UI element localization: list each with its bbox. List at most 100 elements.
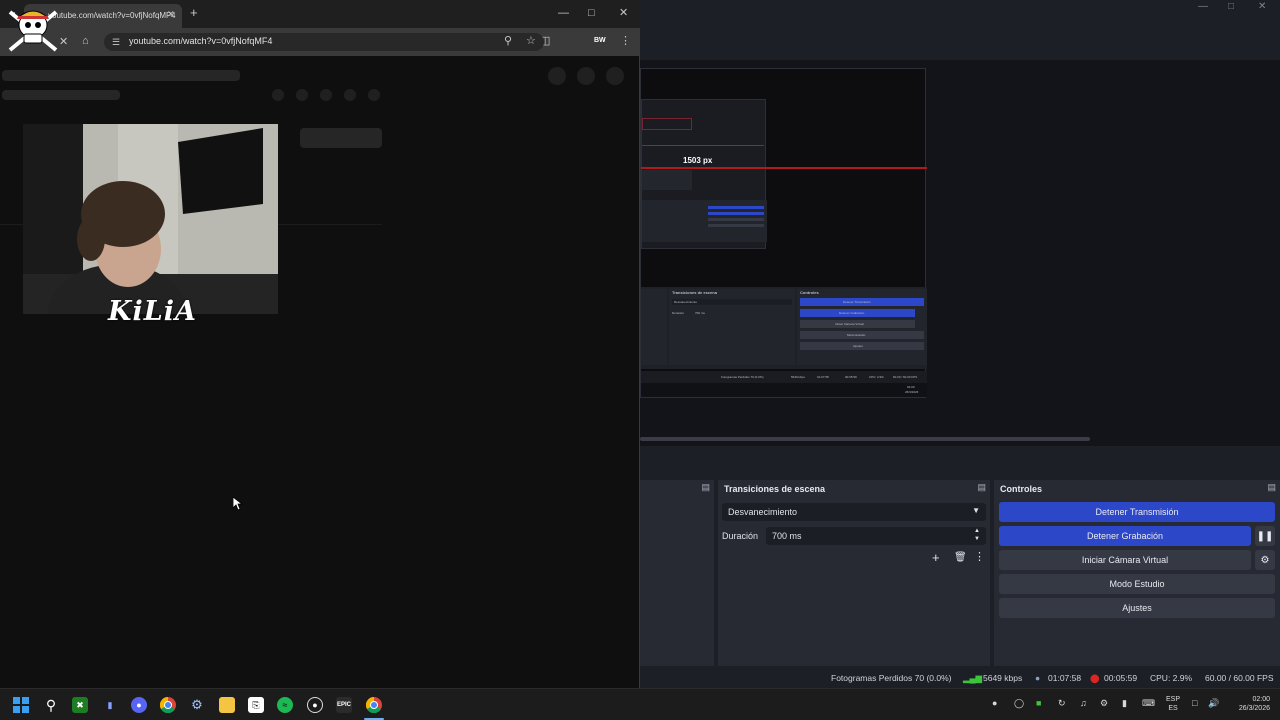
browser-window: ▼ youtube.com/watch?v=0vfjNofqMF4 ✕ + — … — [0, 0, 640, 688]
minimize-icon[interactable]: — — [1198, 1, 1208, 12]
undock-icon[interactable]: ▤ — [977, 482, 986, 493]
inner-btn-text: Detener Transmisión — [843, 300, 871, 304]
windows-taskbar: ⚲ ✖ ▮ ● ⚙ ⎘ ≈ ● EPIC ● ◯ ■ ↻ ♫ ⚙ ▮ ⌨ ESP… — [0, 688, 1280, 720]
inner-status: Fotogramas Perdidos 70 (0.0%) — [721, 375, 764, 379]
clock[interactable]: 02:00 26/3/2026 — [1228, 695, 1270, 713]
mini-preview — [641, 99, 767, 249]
inner-controls-title: Controles — [800, 290, 819, 295]
transitions-dock: Transiciones de escena ▤ Desvanecimiento… — [718, 480, 990, 666]
inner-status: 60.00 / 60.00 FPS — [893, 375, 918, 379]
more-options-icon[interactable]: ⋮ — [974, 550, 985, 563]
language-indicator[interactable]: ESP ES — [1166, 695, 1180, 713]
duration-input[interactable]: 700 ms ▲ ▼ — [766, 527, 986, 545]
record-icon: ⬤ — [1090, 673, 1100, 683]
bookmark-star-icon[interactable]: ☆ — [526, 36, 536, 47]
add-icon[interactable]: + — [932, 550, 940, 565]
pause-recording-button[interactable]: ❚❚ — [1255, 526, 1275, 546]
steam-icon[interactable]: ⚙ — [189, 697, 205, 713]
trash-icon[interactable]: 🗑 — [954, 552, 967, 563]
app-icon[interactable]: ▮ — [102, 697, 118, 713]
speaker-icon[interactable]: 🔊 — [1208, 698, 1219, 709]
skeleton-dot — [344, 89, 356, 101]
inner-select-text: Desvanecimiento — [674, 300, 698, 304]
studio-mode-button[interactable]: Modo Estudio — [999, 574, 1275, 594]
microphone-tray-icon[interactable]: ▮ — [1122, 698, 1127, 709]
cpu-usage: CPU: 2.9% — [1150, 673, 1193, 683]
volume-tray-icon[interactable]: ♫ — [1080, 698, 1087, 708]
network-icon[interactable]: □ — [1192, 698, 1197, 708]
inner-btn-text: Modo Estudio — [847, 333, 866, 337]
mini-red-line — [642, 145, 764, 146]
address-bar[interactable]: ☰ youtube.com/watch?v=0vfjNofqMF4 ⚲ ☆ — [104, 33, 544, 51]
obs-preview-area[interactable]: 1503 px Transiciones de escena Desvaneci… — [640, 60, 1280, 446]
menu-icon[interactable]: ⋮ — [620, 36, 631, 47]
inner-dock-controls: Controles Detener Transmisión Detener Gr… — [797, 289, 927, 365]
skeleton-button — [300, 128, 382, 148]
settings-button[interactable]: Ajustes — [999, 598, 1275, 618]
skeleton-bar — [2, 90, 120, 100]
duration-label: Duración — [722, 531, 759, 541]
new-tab-icon[interactable]: + — [190, 6, 198, 19]
minimize-icon[interactable]: — — [558, 8, 569, 19]
inner-status: 00:05:59 — [845, 375, 857, 379]
inner-docks: Transiciones de escena Desvanecimiento D… — [641, 287, 927, 369]
stop-recording-button[interactable]: Detener Grabación — [999, 526, 1251, 546]
sync-tray-icon[interactable]: ↻ — [1058, 698, 1066, 709]
maximize-icon[interactable]: □ — [1228, 1, 1234, 12]
steam-tray-icon[interactable]: ⚙ — [1100, 698, 1108, 709]
obs-tray-icon[interactable]: ◯ — [1014, 698, 1024, 709]
stream-icon: ● — [1035, 673, 1041, 683]
file-explorer-icon[interactable] — [219, 697, 235, 713]
webcam-image — [23, 124, 278, 314]
close-window-icon[interactable]: ✕ — [619, 8, 628, 19]
home-icon[interactable]: ⌂ — [82, 36, 89, 47]
tab-close-icon[interactable]: ✕ — [167, 9, 175, 20]
inner-duration-value: 700 ms — [695, 311, 705, 315]
maximize-icon[interactable]: □ — [588, 8, 595, 19]
transition-select-value: Desvanecimiento — [728, 507, 798, 517]
undock-icon[interactable]: ▤ — [701, 482, 710, 493]
xbox-app-icon[interactable]: ✖ — [72, 697, 88, 713]
capcut-icon[interactable]: ⎘ — [248, 697, 264, 713]
zoom-icon[interactable]: ⚲ — [504, 36, 512, 47]
start-virtual-camera-button[interactable]: Iniciar Cámara Virtual — [999, 550, 1251, 570]
discord-icon[interactable]: ● — [131, 697, 147, 713]
spotify-icon[interactable]: ≈ — [277, 697, 293, 713]
chrome-icon[interactable] — [160, 697, 176, 713]
pause-icon: ❚❚ — [1256, 530, 1274, 542]
spinner-arrows-icon[interactable]: ▲ ▼ — [974, 527, 980, 543]
nvidia-tray-icon[interactable]: ■ — [1036, 698, 1041, 708]
discord-tray-icon[interactable]: ● — [992, 698, 997, 708]
skeleton-avatar — [606, 67, 624, 85]
mini-panel — [642, 170, 692, 190]
epic-games-icon[interactable]: EPIC — [336, 697, 352, 713]
mini-btn — [708, 224, 764, 227]
search-icon[interactable]: ⚲ — [43, 697, 59, 713]
obs-icon[interactable]: ● — [307, 697, 323, 713]
windows-start-icon[interactable] — [13, 697, 29, 713]
virtual-camera-settings-button[interactable]: ⚙ — [1255, 550, 1275, 570]
keyboard-tray-icon[interactable]: ⌨ — [1142, 698, 1155, 709]
tab-title: youtube.com/watch?v=0vfjNofqMF4 — [48, 11, 176, 20]
measure-label: 1503 px — [683, 156, 713, 165]
mouse-cursor-icon — [233, 497, 243, 511]
chrome-active-icon[interactable] — [366, 697, 382, 713]
record-time: 00:05:59 — [1104, 673, 1138, 683]
controls-dock: Controles ▤ Detener Transmisión Detener … — [994, 480, 1280, 666]
webcam-overlay — [23, 124, 278, 314]
close-icon[interactable]: ✕ — [1258, 1, 1266, 12]
obs-titlebar: — □ ✕ — [640, 0, 1280, 14]
skeleton-bar — [2, 70, 240, 81]
preview-canvas[interactable]: 1503 px Transiciones de escena Desvaneci… — [640, 68, 927, 398]
extension-badge[interactable]: BW — [594, 37, 606, 44]
preview-scrollbar[interactable] — [640, 437, 1090, 441]
site-settings-icon[interactable]: ☰ — [112, 37, 120, 48]
keyboard-layout: ES — [1168, 705, 1178, 712]
undock-icon[interactable]: ▤ — [1267, 482, 1276, 493]
skeleton-dot — [320, 89, 332, 101]
skeleton-dot — [296, 89, 308, 101]
skull-logo-icon — [8, 10, 58, 52]
stop-streaming-button[interactable]: Detener Transmisión — [999, 502, 1275, 522]
transition-select[interactable]: Desvanecimiento ▼ — [722, 503, 986, 521]
language-code: ESP — [1166, 696, 1181, 703]
